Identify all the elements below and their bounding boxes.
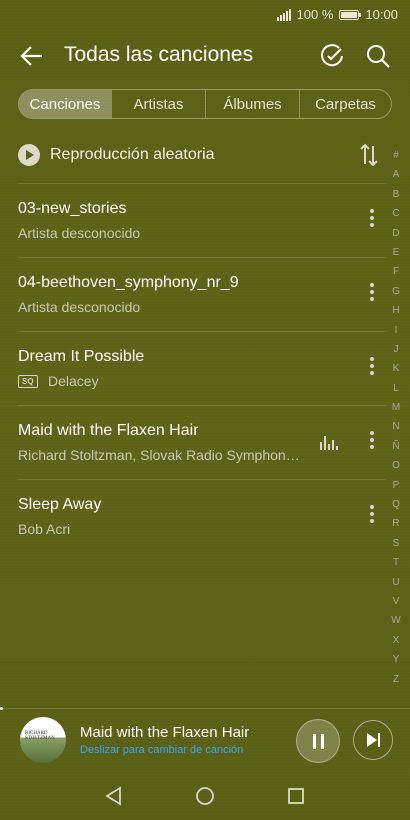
more-options-button[interactable] — [362, 357, 382, 381]
progress-track — [0, 707, 410, 710]
sort-icon — [360, 143, 378, 167]
index-letter[interactable]: E — [386, 243, 406, 262]
arrow-left-icon — [20, 46, 42, 66]
list-item[interactable]: Maid with the Flaxen Hair Richard Stoltz… — [18, 405, 386, 479]
index-letter[interactable]: W — [386, 611, 406, 630]
song-artist: Richard Stoltzman, Slovak Radio Symphony… — [18, 447, 306, 463]
song-artist: Delacey — [48, 373, 99, 389]
swipe-hint: Deslizar para cambiar de canción — [80, 744, 244, 756]
cover-text: RICHARD STOLTZMAN — [25, 731, 55, 741]
more-options-button[interactable] — [362, 209, 382, 233]
index-letter[interactable]: S — [386, 534, 406, 553]
tab-albumes[interactable]: Álbumes — [205, 90, 299, 118]
index-letter[interactable]: U — [386, 573, 406, 592]
index-letter[interactable]: K — [386, 359, 406, 378]
navigation-bar — [0, 772, 410, 820]
index-letter[interactable]: Ñ — [386, 437, 406, 456]
song-title: 04-beethoven_symphony_nr_9 — [18, 274, 239, 291]
clock: 10:00 — [365, 7, 398, 22]
index-letter[interactable]: A — [386, 165, 406, 184]
nav-recents-button[interactable] — [284, 784, 308, 808]
index-letter[interactable]: J — [386, 340, 406, 359]
index-letter[interactable]: B — [386, 185, 406, 204]
index-letter[interactable]: Z — [386, 670, 406, 689]
index-letter[interactable]: # — [386, 146, 406, 165]
index-letter[interactable]: L — [386, 379, 406, 398]
sort-button[interactable] — [358, 142, 380, 168]
song-title: Maid with the Flaxen Hair — [18, 422, 199, 439]
page-title: Todas las canciones — [64, 43, 254, 66]
song-title: Sleep Away — [18, 496, 102, 513]
index-letter[interactable]: G — [386, 282, 406, 301]
tab-artistas[interactable]: Artistas — [111, 90, 205, 118]
album-cover: RICHARD STOLTZMAN — [20, 717, 66, 763]
song-title: 03-new_stories — [18, 200, 127, 217]
index-letter[interactable]: N — [386, 417, 406, 436]
index-letter[interactable]: C — [386, 204, 406, 223]
back-button[interactable] — [16, 40, 48, 72]
song-title: Dream It Possible — [18, 348, 145, 365]
index-letter[interactable]: Y — [386, 650, 406, 669]
search-button[interactable] — [362, 40, 394, 72]
index-letter[interactable]: M — [386, 398, 406, 417]
battery-percent: 100 % — [296, 7, 334, 22]
song-artist: Artista desconocido — [18, 225, 141, 241]
alphabet-index[interactable]: # A B C D E F G H I J K L M N Ñ O P Q R S T U V W X Y Z — [386, 146, 406, 689]
square-recents-icon — [288, 788, 304, 804]
more-options-button[interactable] — [362, 431, 382, 455]
index-letter[interactable]: T — [386, 553, 406, 572]
more-options-button[interactable] — [362, 505, 382, 529]
index-letter[interactable]: Q — [386, 495, 406, 514]
tab-canciones[interactable]: Canciones — [19, 90, 111, 118]
song-artist: Artista desconocido — [18, 299, 141, 315]
index-letter[interactable]: X — [386, 631, 406, 650]
battery-icon — [339, 9, 362, 20]
triangle-back-icon — [105, 786, 121, 806]
tab-bar: Canciones Artistas Álbumes Carpetas — [18, 89, 392, 119]
list-item[interactable]: Sleep Away Bob Acri — [18, 479, 386, 553]
status-bar: 100 % 10:00 — [0, 0, 410, 30]
index-letter[interactable]: R — [386, 514, 406, 533]
play-circle-icon — [18, 144, 40, 166]
edit-button[interactable] — [316, 40, 348, 72]
index-letter[interactable]: F — [386, 262, 406, 281]
song-artist: Bob Acri — [18, 521, 71, 537]
search-icon — [367, 45, 390, 68]
shuffle-row[interactable]: Reproducción aleatoria — [18, 138, 380, 174]
pause-button[interactable] — [296, 719, 340, 763]
now-playing-icon — [320, 434, 340, 450]
shuffle-label: Reproducción aleatoria — [50, 146, 215, 163]
nav-back-button[interactable] — [102, 784, 126, 808]
index-letter[interactable]: P — [386, 476, 406, 495]
next-button[interactable] — [353, 720, 393, 760]
tab-carpetas[interactable]: Carpetas — [299, 90, 391, 118]
list-item[interactable]: Dream It Possible SQ Delacey — [18, 331, 386, 405]
nav-home-button[interactable] — [193, 784, 217, 808]
more-options-button[interactable] — [362, 283, 382, 307]
index-letter[interactable]: H — [386, 301, 406, 320]
mini-player[interactable]: RICHARD STOLTZMAN Maid with the Flaxen H… — [0, 710, 410, 772]
circle-home-icon — [196, 787, 214, 805]
app-header: Todas las canciones — [0, 30, 410, 80]
song-list: 03-new_stories Artista desconocido 04-be… — [18, 183, 386, 553]
list-item[interactable]: 04-beethoven_symphony_nr_9 Artista desco… — [18, 257, 386, 331]
index-letter[interactable]: D — [386, 224, 406, 243]
index-letter[interactable]: I — [386, 321, 406, 340]
list-item[interactable]: 03-new_stories Artista desconocido — [18, 183, 386, 257]
index-letter[interactable]: O — [386, 456, 406, 475]
now-playing-title: Maid with the Flaxen Hair — [80, 724, 250, 741]
signal-icon — [276, 8, 291, 21]
sq-badge: SQ — [18, 375, 38, 388]
index-letter[interactable]: V — [386, 592, 406, 611]
edit-check-icon — [321, 44, 343, 67]
